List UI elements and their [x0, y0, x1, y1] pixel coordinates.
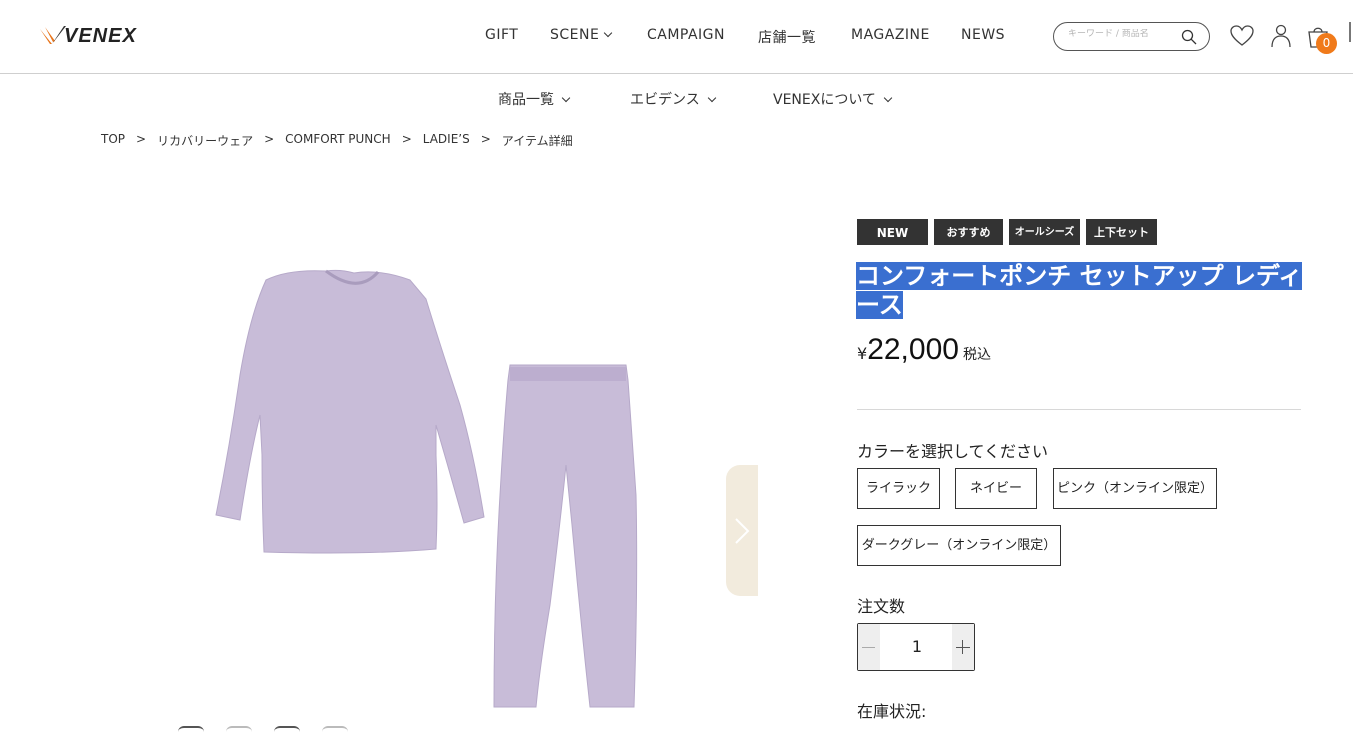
search-icon[interactable] — [1181, 29, 1197, 45]
scrollbar-edge — [1349, 22, 1351, 42]
pants-shape — [493, 364, 638, 708]
nav-magazine[interactable]: MAGAZINE — [851, 27, 930, 47]
chevron-right-icon — [735, 518, 750, 544]
color-option-navy[interactable]: ネイビー — [955, 468, 1037, 509]
venex-logo[interactable]: VENEX — [38, 22, 137, 50]
product-tags: NEW おすすめ オールシーズン 上下セット — [857, 219, 1157, 264]
subnav-evidence-label: エビデンス — [630, 92, 700, 108]
breadcrumb: TOP > リカバリーウェア > COMFORT PUNCH > LADIE’S… — [101, 132, 573, 149]
nav-news[interactable]: NEWS — [961, 27, 1005, 47]
product-title: コンフォートポンチ セットアップ レディース — [856, 262, 1311, 320]
quantity-value[interactable]: 1 — [880, 624, 954, 670]
thumbnail[interactable] — [322, 726, 348, 732]
tag-recommended: おすすめ — [934, 219, 1003, 245]
quantity-decrement-button[interactable] — [858, 624, 880, 670]
breadcrumb-item-detail: アイテム詳細 — [501, 134, 573, 148]
product-title-text: コンフォートポンチ セットアップ レディース — [856, 262, 1303, 319]
breadcrumb-comfort-punch[interactable]: COMFORT PUNCH — [285, 132, 391, 149]
logo-text: VENEX — [64, 24, 137, 47]
site-header: VENEX GIFT SCENE CAMPAIGN 店舗一覧 MAGAZINE … — [0, 0, 1353, 74]
color-option-lilac[interactable]: ライラック — [857, 468, 940, 509]
quantity-label: 注文数 — [857, 597, 906, 616]
subnav-products-label: 商品一覧 — [498, 92, 554, 108]
product-price: ¥22,000 税込 — [857, 333, 991, 367]
shirt-shape — [215, 269, 485, 554]
thumbnail[interactable] — [226, 726, 252, 732]
chevron-down-icon — [707, 93, 716, 103]
quantity-increment-button[interactable] — [952, 624, 974, 670]
chevron-down-icon — [883, 93, 893, 103]
quantity-stepper: 1 — [857, 623, 975, 671]
color-option-pink[interactable]: ピンク（オンライン限定） — [1053, 468, 1217, 509]
next-image-button[interactable] — [726, 465, 758, 596]
user-icon[interactable] — [1268, 23, 1294, 49]
product-image — [215, 269, 638, 708]
chevron-down-icon — [561, 93, 571, 103]
thumbnail[interactable] — [178, 726, 204, 732]
nav-scene[interactable]: SCENE — [550, 27, 613, 47]
breadcrumb-separator: > — [264, 132, 275, 146]
breadcrumb-top[interactable]: TOP — [101, 132, 125, 149]
breadcrumb-separator: > — [401, 132, 412, 146]
thumbnail-strip — [178, 726, 358, 732]
stock-status-label: 在庫状況: — [857, 702, 927, 721]
search-box — [1053, 22, 1210, 51]
nav-stores[interactable]: 店舗一覧 — [758, 27, 816, 47]
subnav-evidence[interactable]: エビデンス — [630, 89, 716, 109]
chevron-down-icon — [604, 28, 613, 38]
tag-new: NEW — [857, 219, 928, 245]
subnav-about[interactable]: VENEXについて — [773, 89, 893, 109]
heart-icon[interactable] — [1229, 23, 1255, 49]
search-input[interactable] — [1068, 29, 1178, 39]
tag-all-season: オールシーズン — [1009, 219, 1080, 264]
breadcrumb-ladies[interactable]: LADIE’S — [423, 132, 470, 149]
tag-set: 上下セット — [1086, 219, 1157, 245]
price-amount: 22,000 — [867, 333, 959, 366]
price-symbol: ¥ — [857, 344, 868, 363]
color-option-dark-gray[interactable]: ダークグレー（オンライン限定） — [857, 525, 1061, 566]
nav-gift[interactable]: GIFT — [485, 27, 518, 47]
subnav-products[interactable]: 商品一覧 — [498, 89, 571, 109]
nav-campaign[interactable]: CAMPAIGN — [647, 27, 725, 47]
nav-scene-label: SCENE — [550, 27, 600, 43]
thumbnail[interactable] — [274, 726, 300, 732]
breadcrumb-separator: > — [480, 132, 491, 146]
subnav-about-label: VENEXについて — [773, 92, 876, 108]
breadcrumb-separator: > — [136, 132, 147, 146]
cart-count-badge: 0 — [1316, 33, 1337, 54]
tax-label: 税込 — [962, 347, 991, 363]
color-label: カラーを選択してください — [857, 442, 1049, 461]
breadcrumb-recovery-wear[interactable]: リカバリーウェア — [157, 132, 253, 149]
divider — [857, 409, 1301, 410]
